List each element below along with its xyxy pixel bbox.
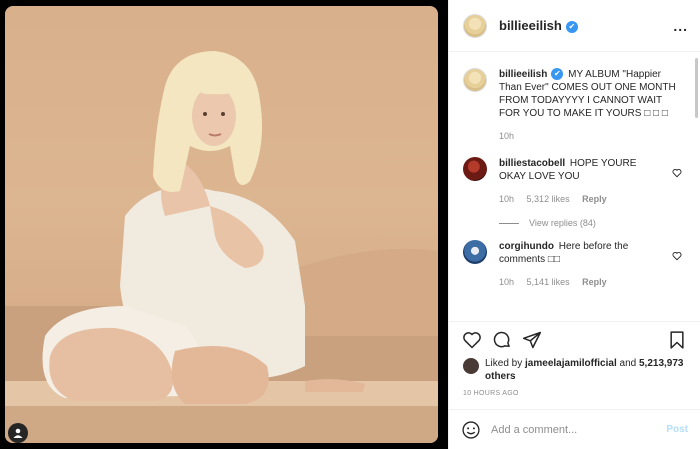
caption-username-text[interactable]: billieeilish: [499, 69, 547, 80]
caption-username[interactable]: billieeilish ✔: [499, 68, 564, 80]
author-username[interactable]: billieeilish ✔: [499, 18, 578, 33]
post-comment-button[interactable]: Post: [666, 424, 688, 435]
likes-text: Liked by jameelajamilofficial and 5,213,…: [485, 357, 688, 383]
comments-list[interactable]: billieeilish ✔ MY ALBUM "Happier Than Eve…: [449, 52, 700, 321]
reply-button[interactable]: Reply: [582, 194, 607, 204]
comment-likes[interactable]: 5,141 likes: [527, 277, 570, 287]
reply-button[interactable]: Reply: [582, 277, 607, 287]
comment-avatar[interactable]: [463, 157, 487, 181]
comment-age[interactable]: 10h: [499, 194, 514, 204]
comment-age[interactable]: 10h: [499, 277, 514, 287]
likes-and: and: [619, 358, 637, 369]
comment-button[interactable]: [491, 329, 513, 351]
comment-item: corgihundo Here before the comments □□ 1…: [463, 240, 684, 289]
likes-prefix: Liked by: [485, 358, 523, 369]
comment-username[interactable]: corgihundo: [499, 241, 554, 252]
heart-icon: [672, 252, 682, 261]
comment-body: corgihundo Here before the comments □□ 1…: [499, 240, 666, 289]
comment-avatar[interactable]: [463, 240, 487, 264]
comment-like-button[interactable]: [672, 248, 684, 289]
liker-username[interactable]: jameelajamilofficial: [525, 358, 617, 369]
save-button[interactable]: [666, 329, 688, 351]
liker-avatar[interactable]: [463, 358, 479, 374]
caption-body: billieeilish ✔ MY ALBUM "Happier Than Eve…: [499, 68, 684, 143]
add-comment-bar: Post: [449, 409, 700, 449]
post-photo-panel[interactable]: [0, 0, 448, 449]
comment-icon: [493, 331, 510, 347]
emoji-button[interactable]: [461, 420, 481, 440]
caption: billieeilish ✔ MY ALBUM "Happier Than Eve…: [463, 68, 684, 143]
verified-icon: ✔: [551, 68, 564, 80]
comment-body: billiestacobell HOPE YOURE OKAY LOVE YOU…: [499, 157, 666, 206]
comment-like-button[interactable]: [672, 165, 684, 206]
heart-icon: [672, 169, 682, 178]
author-avatar[interactable]: [463, 13, 487, 38]
comment-meta: 10h 5,312 likes Reply: [499, 193, 666, 206]
comment-item: billiestacobell HOPE YOURE OKAY LOVE YOU…: [463, 157, 684, 206]
photo-illustration: [5, 51, 438, 443]
comment-username[interactable]: billiestacobell: [499, 158, 565, 169]
caption-age[interactable]: 10h: [499, 131, 514, 141]
user-tag-icon: [13, 428, 23, 438]
user-tag-button[interactable]: [8, 423, 28, 443]
post-side-panel: billieeilish ✔ ... billieeilish ✔ MY ALBUM…: [448, 0, 700, 449]
bookmark-icon: [670, 330, 684, 349]
post-header: billieeilish ✔ ...: [449, 0, 700, 52]
post-timestamp[interactable]: 10 HOURS AGO: [449, 383, 700, 401]
view-replies-label[interactable]: View replies (84): [529, 218, 596, 228]
more-options-button[interactable]: ...: [673, 18, 688, 34]
comments-scrollbar[interactable]: [695, 58, 698, 118]
comment-meta: 10h 5,141 likes Reply: [499, 276, 666, 289]
emoji-icon: [462, 420, 480, 439]
caption-meta: 10h: [499, 130, 684, 143]
caption-avatar[interactable]: [463, 68, 487, 92]
share-button[interactable]: [521, 329, 543, 351]
verified-icon: ✔: [565, 21, 578, 33]
author-username-text[interactable]: billieeilish: [499, 18, 562, 33]
view-replies-button[interactable]: View replies (84): [499, 218, 684, 228]
like-button[interactable]: [461, 329, 483, 351]
likes-summary: Liked by jameelajamilofficial and 5,213,…: [449, 357, 700, 383]
comment-likes[interactable]: 5,312 likes: [527, 194, 570, 204]
instagram-post-view: billieeilish ✔ ... billieeilish ✔ MY ALBUM…: [0, 0, 700, 449]
comment-input[interactable]: [491, 423, 667, 436]
heart-icon: [463, 331, 481, 348]
view-replies-line: [499, 222, 519, 224]
share-icon: [522, 331, 542, 348]
post-photo[interactable]: [5, 6, 438, 443]
post-actions: [449, 321, 700, 357]
